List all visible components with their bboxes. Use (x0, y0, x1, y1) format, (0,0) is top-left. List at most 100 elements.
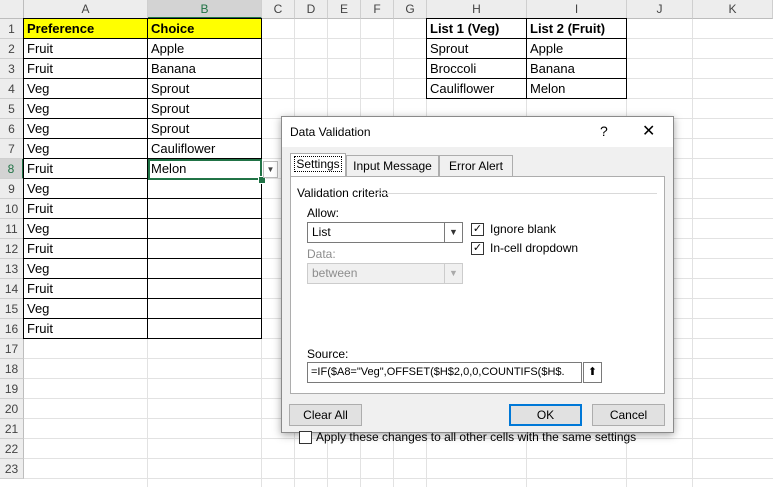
row-header-5[interactable]: 5 (0, 99, 24, 119)
row-header-3[interactable]: 3 (0, 59, 24, 79)
grid-line (692, 19, 693, 487)
row-header-7[interactable]: 7 (0, 139, 24, 159)
chevron-down-icon[interactable]: ▼ (444, 264, 462, 283)
table-border (23, 19, 24, 339)
row-header-17[interactable]: 17 (0, 339, 24, 359)
dialog-title-bar[interactable]: Data Validation ? ✕ (282, 117, 673, 147)
row-header-8[interactable]: 8 (0, 159, 24, 179)
cell-b2[interactable]: Apple (148, 39, 262, 59)
row-header-23[interactable]: 23 (0, 459, 24, 479)
cell-a13[interactable]: Veg (24, 259, 148, 279)
row-header-9[interactable]: 9 (0, 179, 24, 199)
row-header-6[interactable]: 6 (0, 119, 24, 139)
cell-h3[interactable]: Broccoli (427, 59, 527, 79)
cell-a14[interactable]: Fruit (24, 279, 148, 299)
tab-settings[interactable]: Settings (290, 153, 346, 176)
close-icon[interactable]: ✕ (642, 121, 655, 141)
cell-b5[interactable]: Sprout (148, 99, 262, 119)
row-header-10[interactable]: 10 (0, 199, 24, 219)
data-select[interactable]: between ▼ (307, 263, 463, 284)
column-header-d[interactable]: D (295, 0, 328, 19)
cell-h1[interactable]: List 1 (Veg) (427, 19, 527, 39)
apply-all-checkbox[interactable] (299, 431, 312, 444)
help-icon[interactable]: ? (600, 123, 608, 139)
row-header-13[interactable]: 13 (0, 259, 24, 279)
row-header-14[interactable]: 14 (0, 279, 24, 299)
cell-a11[interactable]: Veg (24, 219, 148, 239)
cell-a9[interactable]: Veg (24, 179, 148, 199)
row-header-20[interactable]: 20 (0, 399, 24, 419)
column-header-i[interactable]: I (527, 0, 627, 19)
column-header-f[interactable]: F (361, 0, 394, 19)
collapse-range-icon[interactable]: ⬆ (583, 362, 602, 383)
cell-i3[interactable]: Banana (527, 59, 627, 79)
table-border (23, 98, 262, 99)
cell-b3[interactable]: Banana (148, 59, 262, 79)
row-header-2[interactable]: 2 (0, 39, 24, 59)
cell-b1[interactable]: Choice (148, 19, 262, 39)
column-header-g[interactable]: G (394, 0, 427, 19)
in-cell-dropdown-label: In-cell dropdown (490, 241, 579, 255)
tab-error-alert[interactable]: Error Alert (439, 155, 513, 176)
row-header-21[interactable]: 21 (0, 419, 24, 439)
cell-a16[interactable]: Fruit (24, 319, 148, 339)
column-header-j[interactable]: J (627, 0, 693, 19)
chevron-down-icon[interactable]: ▼ (444, 223, 462, 242)
cell-a8[interactable]: Fruit (24, 159, 148, 179)
select-all-corner[interactable] (0, 0, 24, 19)
ok-button[interactable]: OK (509, 404, 582, 426)
cell-a15[interactable]: Veg (24, 299, 148, 319)
cell-h4[interactable]: Cauliflower (427, 79, 527, 99)
tab-input-message[interactable]: Input Message (346, 155, 439, 176)
row-header-11[interactable]: 11 (0, 219, 24, 239)
source-input[interactable]: =IF($A8="Veg",OFFSET($H$2,0,0,COUNTIFS($… (307, 362, 582, 383)
cell-a5[interactable]: Veg (24, 99, 148, 119)
allow-select[interactable]: List ▼ (307, 222, 463, 243)
allow-value: List (312, 225, 331, 239)
row-header-19[interactable]: 19 (0, 379, 24, 399)
in-cell-dropdown-checkbox[interactable]: ✓ (471, 242, 484, 255)
cell-a3[interactable]: Fruit (24, 59, 148, 79)
cell-a4[interactable]: Veg (24, 79, 148, 99)
row-header-22[interactable]: 22 (0, 439, 24, 459)
column-header-b[interactable]: B (148, 0, 262, 19)
cell-h2[interactable]: Sprout (427, 39, 527, 59)
cell-a6[interactable]: Veg (24, 119, 148, 139)
row-header-16[interactable]: 16 (0, 319, 24, 339)
row-header-15[interactable]: 15 (0, 299, 24, 319)
cell-a1[interactable]: Preference (24, 19, 148, 39)
cell-a10[interactable]: Fruit (24, 199, 148, 219)
row-header-4[interactable]: 4 (0, 79, 24, 99)
cell-a7[interactable]: Veg (24, 139, 148, 159)
table-border (23, 238, 262, 239)
column-header-h[interactable]: H (427, 0, 527, 19)
clear-all-button[interactable]: Clear All (289, 404, 362, 426)
cell-b7[interactable]: Cauliflower (148, 139, 262, 159)
cancel-button[interactable]: Cancel (592, 404, 665, 426)
apply-all-label: Apply these changes to all other cells w… (316, 430, 637, 444)
cell-b6[interactable]: Sprout (148, 119, 262, 139)
row-header-12[interactable]: 12 (0, 239, 24, 259)
table-border (626, 19, 627, 99)
table-border (23, 278, 262, 279)
ignore-blank-checkbox[interactable]: ✓ (471, 223, 484, 236)
column-header-c[interactable]: C (262, 0, 295, 19)
cell-a12[interactable]: Fruit (24, 239, 148, 259)
table-border (23, 338, 262, 339)
table-border (426, 58, 627, 59)
cell-i1[interactable]: List 2 (Fruit) (527, 19, 627, 39)
column-header-e[interactable]: E (328, 0, 361, 19)
grid-line (24, 478, 773, 479)
row-header-18[interactable]: 18 (0, 359, 24, 379)
cell-dropdown-icon[interactable]: ▼ (263, 161, 278, 178)
cell-i2[interactable]: Apple (527, 39, 627, 59)
row-header-1[interactable]: 1 (0, 19, 24, 39)
column-header-k[interactable]: K (693, 0, 773, 19)
cell-b4[interactable]: Sprout (148, 79, 262, 99)
data-value: between (312, 266, 358, 280)
table-border (23, 78, 262, 79)
cell-i4[interactable]: Melon (527, 79, 627, 99)
table-border (23, 198, 262, 199)
column-header-a[interactable]: A (24, 0, 148, 19)
cell-a2[interactable]: Fruit (24, 39, 148, 59)
